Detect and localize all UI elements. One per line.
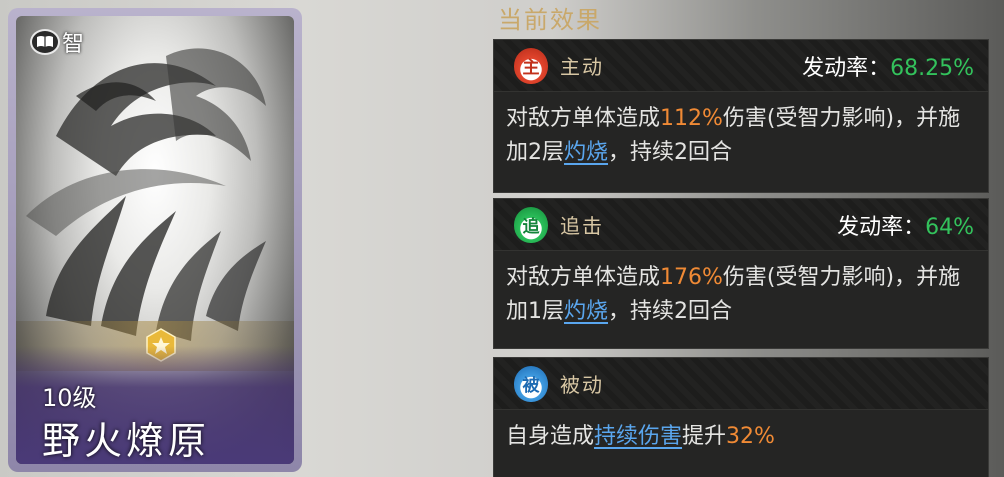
effect-pursuit: 追 追击 发动率： 64% 对敌方单体造成176%伤害(受智力影响)，并施加1层… xyxy=(493,198,989,349)
card-art-frame: 智 10级 野火燎原 xyxy=(16,16,294,464)
desc-text: 提升 xyxy=(682,424,727,449)
skill-card[interactable]: 智 10级 野火燎原 xyxy=(8,8,302,472)
effect-description: 自身造成持续伤害提升32% xyxy=(494,410,988,464)
trigger-rate-value: 64% xyxy=(925,214,974,240)
effect-type-label: 主动 xyxy=(560,55,604,79)
trigger-rate-label: 发动率： xyxy=(802,55,891,81)
desc-text: 对敌方单体造成 xyxy=(506,106,661,131)
card-level: 10级 xyxy=(42,384,97,412)
desc-text: ，持续2回合 xyxy=(608,140,733,165)
trigger-rate-value: 68.25% xyxy=(890,55,974,81)
burn-keyword-link[interactable]: 灼烧 xyxy=(564,299,608,324)
card-type-badge: 智 xyxy=(30,26,84,58)
burn-keyword-link[interactable]: 灼烧 xyxy=(564,140,608,165)
effect-passive: 被 被动 自身造成持续伤害提升32% xyxy=(493,357,989,477)
effect-header: 主 主动 发动率： 68.25% xyxy=(494,40,988,92)
effect-type-label: 追击 xyxy=(560,214,604,238)
effect-header: 被 被动 xyxy=(494,358,988,410)
fire-badge-icon: 追 xyxy=(514,206,548,243)
damage-percent: 176% xyxy=(660,265,723,290)
desc-text: ，持续2回合 xyxy=(608,299,733,324)
effect-active: 主 主动 发动率： 68.25% 对敌方单体造成112%伤害(受智力影响)，并施… xyxy=(493,39,989,193)
effect-type-label: 被动 xyxy=(560,373,604,397)
trigger-rate-label: 发动率： xyxy=(837,214,926,240)
desc-text: 对敌方单体造成 xyxy=(506,265,661,290)
fire-badge-icon: 被 xyxy=(514,365,548,402)
effect-description: 对敌方单体造成176%伤害(受智力影响)，并施加1层灼烧，持续2回合 xyxy=(494,251,988,339)
trigger-rate: 发动率： 64% xyxy=(837,209,974,241)
damage-percent: 112% xyxy=(660,106,723,131)
effect-header: 追 追击 发动率： 64% xyxy=(494,199,988,251)
book-icon xyxy=(30,29,60,55)
card-name: 野火燎原 xyxy=(42,419,211,463)
trigger-rate: 发动率： 68.25% xyxy=(802,50,974,82)
section-title: 当前效果 xyxy=(498,6,602,34)
dot-keyword-link[interactable]: 持续伤害 xyxy=(594,424,682,449)
fire-badge-icon: 主 xyxy=(514,47,548,84)
effect-description: 对敌方单体造成112%伤害(受智力影响)，并施加2层灼烧，持续2回合 xyxy=(494,92,988,180)
desc-text: 自身造成 xyxy=(506,424,595,449)
boost-percent: 32% xyxy=(726,424,775,449)
card-type-label: 智 xyxy=(62,32,85,57)
